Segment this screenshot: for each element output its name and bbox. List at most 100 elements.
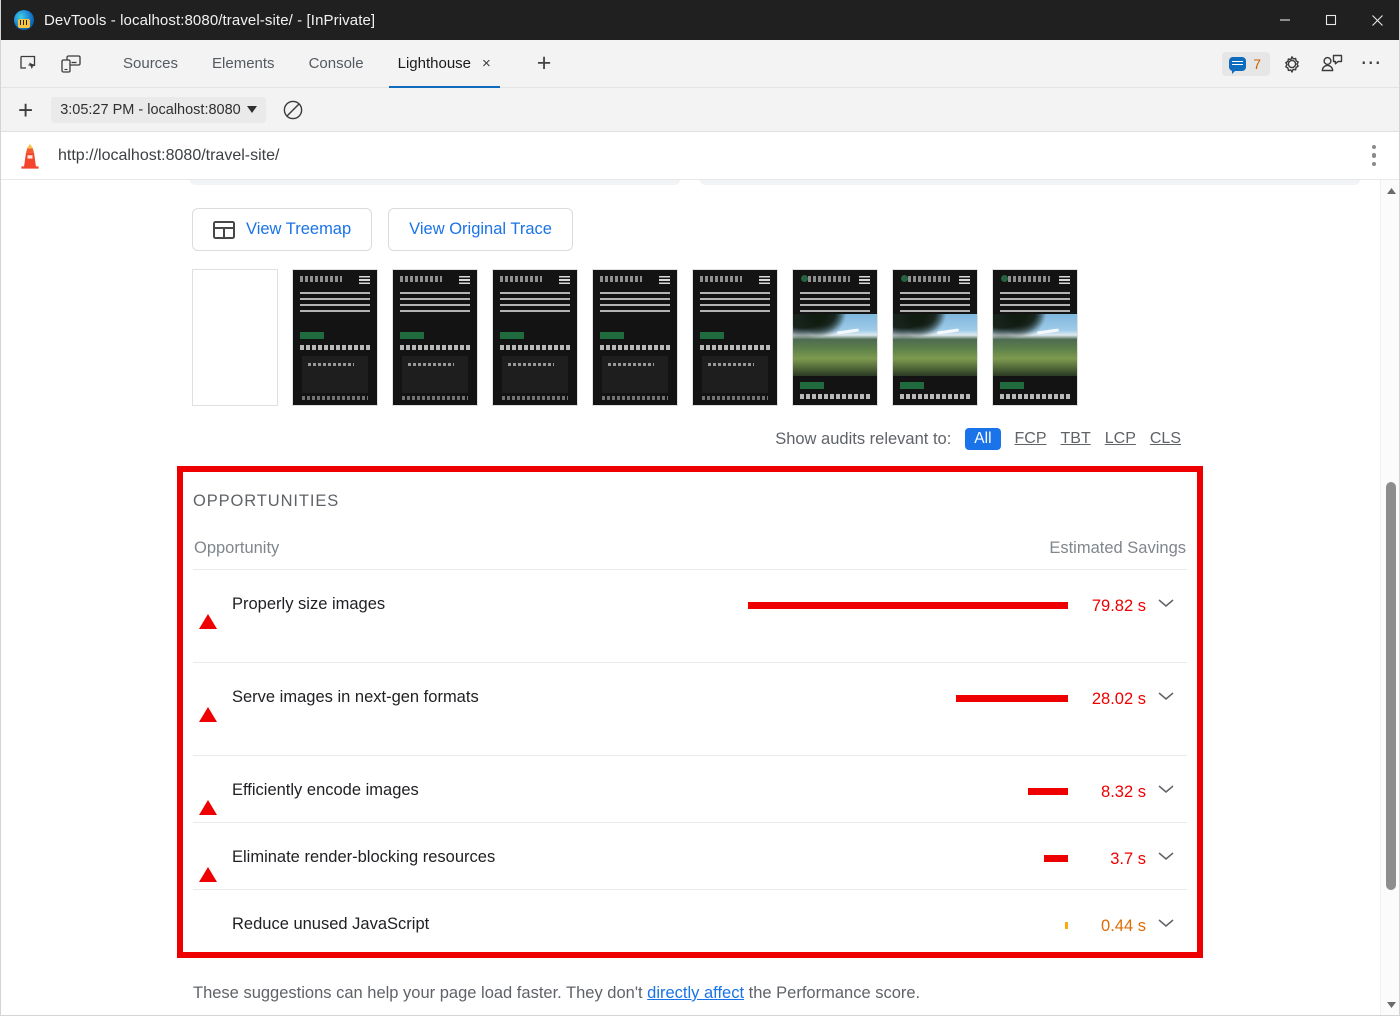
edge-devtools-icon — [14, 10, 34, 30]
window-controls — [1262, 0, 1400, 40]
more-horizontal-icon[interactable]: ⋯ — [1354, 48, 1390, 80]
maximize-button[interactable] — [1308, 0, 1354, 40]
report-run-selector-value: 3:05:27 PM - localhost:8080 — [60, 101, 241, 118]
savings-bar-track — [746, 914, 1068, 929]
savings-value: 8.32 s — [1101, 783, 1146, 801]
filmstrip-frame[interactable] — [892, 269, 978, 406]
filmstrip-frame[interactable] — [692, 269, 778, 406]
scroll-up-icon[interactable] — [1381, 182, 1400, 200]
gear-icon[interactable] — [1274, 48, 1310, 80]
tab-console-label: Console — [308, 55, 364, 72]
more-vertical-icon[interactable] — [1371, 144, 1376, 167]
view-original-trace-button[interactable]: View Original Trace — [388, 208, 573, 251]
savings-value: 0.44 s — [1101, 917, 1146, 935]
plus-icon: + — [536, 49, 552, 77]
audit-filter-tbt[interactable]: TBT — [1061, 430, 1091, 448]
audit-filter-label: Show audits relevant to: — [775, 429, 952, 448]
savings-value: 28.02 s — [1091, 690, 1146, 708]
view-original-trace-label: View Original Trace — [409, 220, 552, 238]
audit-filter-cls[interactable]: CLS — [1150, 430, 1181, 448]
table-row[interactable]: Properly size images 79.82 s — [193, 570, 1187, 663]
report-run-selector[interactable]: 3:05:27 PM - localhost:8080 — [51, 96, 266, 123]
opportunities-title: OPPORTUNITIES — [193, 492, 340, 510]
tab-console[interactable]: Console — [292, 40, 381, 88]
hamburger-icon — [859, 276, 870, 284]
hero-photo — [793, 314, 877, 376]
minimize-button[interactable] — [1262, 0, 1308, 40]
devtools-panel-tabs: Sources Elements Console Lighthouse × + — [106, 40, 578, 88]
device-toolbar-icon[interactable] — [54, 48, 88, 80]
opportunity-name: Reduce unused JavaScript — [232, 915, 430, 933]
chevron-down-icon[interactable] — [1146, 594, 1186, 609]
hamburger-icon — [359, 276, 370, 284]
filmstrip-frame[interactable] — [492, 269, 578, 406]
audit-filter-all[interactable]: All — [965, 428, 1001, 450]
window-title: DevTools - localhost:8080/travel-site/ -… — [44, 11, 376, 29]
column-header-opportunity: Opportunity — [194, 539, 280, 557]
opportunities-column-headers: Opportunity Estimated Savings — [193, 511, 1187, 570]
report-url: http://localhost:8080/travel-site/ — [58, 146, 280, 164]
hero-photo — [893, 314, 977, 376]
filmstrip-frame[interactable] — [792, 269, 878, 406]
vertical-scrollbar[interactable] — [1380, 180, 1400, 1016]
view-treemap-label: View Treemap — [246, 220, 352, 238]
table-row[interactable]: Eliminate render-blocking resources 3.7 … — [193, 823, 1187, 890]
view-treemap-button[interactable]: View Treemap — [192, 208, 373, 251]
filmstrip-frame[interactable] — [392, 269, 478, 406]
savings-bar-track — [746, 847, 1068, 862]
clear-all-icon[interactable] — [282, 99, 304, 121]
savings-bar — [1044, 855, 1068, 862]
table-row[interactable]: Reduce unused JavaScript 0.44 s — [193, 890, 1187, 950]
tab-sources-label: Sources — [123, 55, 179, 72]
savings-value: 3.7 s — [1110, 850, 1146, 868]
new-report-button[interactable]: + — [12, 97, 39, 123]
savings-bar-track — [746, 594, 1068, 609]
opportunity-name: Eliminate render-blocking resources — [232, 848, 496, 866]
filmstrip — [0, 251, 1379, 406]
severity-warn-icon — [194, 914, 232, 935]
tab-sources[interactable]: Sources — [106, 40, 195, 88]
filmstrip-frame[interactable] — [292, 269, 378, 406]
hamburger-icon — [459, 276, 470, 284]
table-row[interactable]: Efficiently encode images 8.32 s — [193, 756, 1187, 823]
issues-counter-button[interactable]: 7 — [1222, 51, 1270, 76]
table-row[interactable]: Serve images in next-gen formats 28.02 s — [193, 663, 1187, 756]
tab-elements[interactable]: Elements — [195, 40, 292, 88]
savings-value: 79.82 s — [1091, 597, 1146, 615]
savings-bar — [956, 695, 1068, 702]
scrollbar-thumb[interactable] — [1386, 482, 1396, 890]
close-button[interactable] — [1354, 0, 1400, 40]
tab-lighthouse-label: Lighthouse — [397, 55, 472, 72]
issues-bubble-icon — [1229, 56, 1247, 74]
severity-fail-icon — [194, 687, 232, 722]
opportunities-section: OPPORTUNITIES Opportunity Estimated Savi… — [177, 466, 1203, 960]
hamburger-icon — [959, 276, 970, 284]
audit-filter-lcp[interactable]: LCP — [1105, 430, 1136, 448]
scroll-down-icon[interactable] — [1381, 996, 1400, 1014]
filmstrip-frame[interactable] — [592, 269, 678, 406]
opportunity-name: Properly size images — [232, 595, 386, 613]
column-header-savings: Estimated Savings — [1049, 539, 1186, 557]
chevron-down-icon[interactable] — [1146, 914, 1186, 929]
report-action-buttons: View Treemap View Original Trace — [0, 184, 1379, 251]
user-feedback-icon[interactable] — [1314, 48, 1350, 80]
filmstrip-frame[interactable] — [192, 269, 278, 406]
chevron-down-icon[interactable] — [1146, 780, 1186, 795]
chevron-down-icon — [246, 106, 257, 113]
chevron-down-icon[interactable] — [1146, 847, 1186, 862]
severity-fail-icon — [194, 594, 232, 629]
inspect-element-icon[interactable] — [12, 48, 46, 80]
tab-lighthouse[interactable]: Lighthouse × — [381, 40, 508, 88]
directly-affect-link[interactable]: directly affect — [647, 984, 744, 1002]
report-body: View Treemap View Original Trace Show au… — [0, 180, 1400, 1016]
audit-filter-fcp[interactable]: FCP — [1015, 430, 1047, 448]
filmstrip-frame[interactable] — [992, 269, 1078, 406]
report-header: http://localhost:8080/travel-site/ — [0, 132, 1400, 180]
add-panel-button[interactable]: + — [508, 40, 579, 88]
savings-bar-track — [746, 780, 1068, 795]
devtools-tabbar-actions: 7 ⋯ — [1222, 48, 1390, 80]
chevron-down-icon[interactable] — [1146, 687, 1186, 702]
close-icon[interactable]: × — [482, 56, 491, 71]
window-title-bar: DevTools - localhost:8080/travel-site/ -… — [0, 0, 1400, 40]
report-content: View Treemap View Original Trace Show au… — [0, 180, 1379, 1003]
